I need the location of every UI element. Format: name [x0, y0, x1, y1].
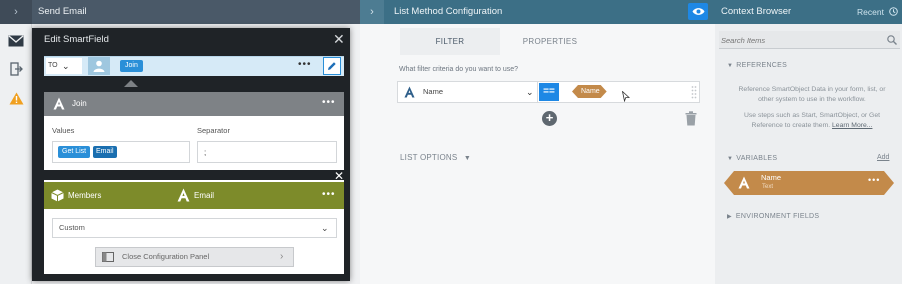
- join-card-header: [44, 92, 344, 116]
- text-type-icon: [404, 86, 415, 98]
- tab-filter[interactable]: FILTER: [400, 28, 500, 55]
- values-label: Values: [52, 126, 75, 135]
- panel-icon: [102, 252, 114, 262]
- dialog-title: Edit SmartField: [44, 34, 109, 45]
- variables-heading: VARIABLES: [736, 155, 778, 162]
- left-rail: ›: [0, 0, 32, 284]
- learn-more-link[interactable]: Learn More...: [832, 122, 872, 129]
- search-input[interactable]: [721, 32, 881, 48]
- drag-handle-icon[interactable]: [691, 85, 697, 99]
- send-email-header: Send Email: [32, 0, 360, 24]
- warning-icon[interactable]: [6, 89, 26, 107]
- to-label: TO: [48, 62, 58, 69]
- exit-icon[interactable]: [6, 60, 26, 78]
- condition-field-name: Name: [423, 87, 444, 96]
- tab-properties[interactable]: PROPERTIES: [500, 28, 600, 55]
- chevron-down-icon: ⌄: [321, 223, 329, 233]
- separator-label: Separator: [197, 126, 230, 135]
- variables-section-toggle[interactable]: ▼ VARIABLES: [727, 155, 777, 162]
- callout-pointer: [124, 80, 138, 87]
- recent-button[interactable]: Recent: [857, 0, 899, 24]
- join-card-title: Join: [72, 99, 87, 108]
- condition-field-select[interactable]: [398, 82, 538, 102]
- text-variable-icon: [738, 176, 750, 189]
- to-more-button[interactable]: •••: [298, 58, 312, 72]
- edit-pencil-button[interactable]: [323, 57, 341, 75]
- close-configuration-panel-button[interactable]: Close Configuration Panel ›: [95, 247, 294, 267]
- separator-input[interactable]: ;: [197, 141, 337, 163]
- join-more-button[interactable]: •••: [322, 92, 336, 114]
- join-token[interactable]: Join: [120, 60, 143, 72]
- close-configuration-label: Close Configuration Panel: [122, 252, 210, 261]
- dialog-close-button[interactable]: ✕: [333, 31, 345, 47]
- envelope-icon[interactable]: [6, 32, 26, 50]
- list-options-label: LIST OPTIONS: [400, 153, 458, 162]
- email-property-label: Email: [194, 191, 215, 200]
- add-condition-button[interactable]: +: [542, 111, 557, 126]
- members-card-title: Members: [68, 191, 102, 200]
- get-list-token[interactable]: Get List: [58, 146, 91, 158]
- variable-type: Text: [762, 184, 774, 190]
- environment-fields-heading: ENVIRONMENT FIELDS: [735, 213, 820, 220]
- custom-select[interactable]: Custom: [52, 218, 337, 238]
- collapse-panel-button[interactable]: ›: [360, 0, 384, 24]
- search-icon[interactable]: [887, 35, 897, 45]
- caret-down-icon: ▼: [463, 155, 471, 162]
- chevron-right-icon: ›: [280, 251, 284, 262]
- add-variable-link[interactable]: Add: [877, 154, 889, 161]
- variable-name: Name: [761, 173, 782, 182]
- clock-icon: [889, 7, 899, 16]
- filter-question: What filter criteria do you want to use?: [399, 66, 519, 73]
- chevron-down-icon: ⌄: [62, 61, 70, 71]
- members-close-icon[interactable]: ✕: [334, 170, 344, 182]
- mouse-cursor-icon: [622, 91, 630, 102]
- caret-down-icon: ▼: [727, 63, 734, 69]
- references-section-toggle[interactable]: ▼ REFERENCES: [727, 62, 787, 69]
- cube-icon: [51, 189, 64, 202]
- text-property-icon: [177, 188, 190, 202]
- list-method-title: List Method Configuration: [394, 6, 503, 17]
- references-text-1: Reference SmartObject Data in your form,…: [738, 86, 886, 103]
- members-more-button[interactable]: •••: [322, 182, 336, 207]
- trash-icon[interactable]: [685, 111, 697, 126]
- to-field-selector[interactable]: TO ⌄: [46, 58, 82, 74]
- references-heading: REFERENCES: [736, 62, 788, 69]
- chevron-down-icon: ⌄: [526, 87, 534, 97]
- caret-down-icon: ▼: [727, 156, 734, 162]
- variable-more-button[interactable]: •••: [868, 175, 880, 185]
- caret-right-icon: ▶: [727, 214, 732, 220]
- rail-expand-button[interactable]: ›: [0, 0, 32, 24]
- context-browser-title: Context Browser: [721, 6, 792, 17]
- references-help-text: Reference SmartObject Data in your form,…: [731, 85, 893, 130]
- environment-fields-toggle[interactable]: ▶ ENVIRONMENT FIELDS: [727, 213, 819, 220]
- user-avatar-icon: [88, 57, 110, 75]
- list-options-toggle[interactable]: LIST OPTIONS ▼: [400, 152, 471, 165]
- pencil-icon: [328, 62, 336, 70]
- text-function-icon: [53, 97, 65, 110]
- operator-equals-button[interactable]: ==: [539, 83, 559, 101]
- eye-icon[interactable]: [688, 3, 708, 20]
- condition-value-token[interactable]: Name: [572, 85, 607, 98]
- email-token[interactable]: Email: [93, 146, 117, 158]
- recent-label: Recent: [857, 7, 884, 17]
